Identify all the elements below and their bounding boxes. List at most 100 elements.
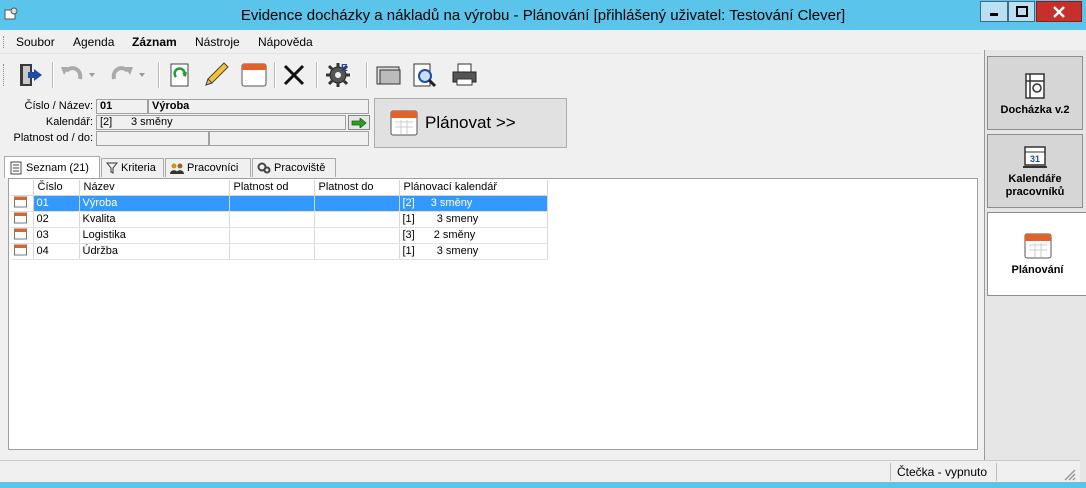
delete-button[interactable] — [280, 61, 308, 89]
cell-kalendar-code: [1] — [402, 213, 415, 225]
print-preview-icon — [413, 63, 437, 88]
refresh-button[interactable] — [166, 61, 194, 89]
table-row[interactable]: 02 Kvalita [1] 3 smeny — [11, 211, 548, 228]
row-icon — [11, 211, 34, 228]
side-tab-planovani[interactable]: Plánování — [987, 212, 1086, 296]
maximize-button[interactable] — [1008, 1, 1035, 22]
cell-kalendar: [1] 3 smeny — [399, 243, 548, 260]
col-planovaci-kalendar[interactable]: Plánovací kalendář — [399, 180, 548, 196]
kalendar-code: [2] — [100, 116, 113, 128]
cell-kalendar-code: [2] — [402, 197, 415, 209]
settings-gear-icon: E — [326, 63, 350, 87]
cell-od — [229, 195, 315, 212]
print-icon — [452, 63, 477, 86]
settings-button[interactable]: E — [324, 61, 352, 89]
platnost-do-field[interactable] — [209, 131, 369, 146]
platnost-od-field[interactable] — [96, 131, 209, 146]
kalendar-field[interactable]: [2] 3 směny — [96, 115, 346, 130]
side-tab-kalendare-label: Kalendáře pracovníků — [1005, 173, 1065, 198]
row-icon — [11, 243, 34, 260]
attendance-icon — [1025, 72, 1045, 99]
cell-kalendar: [2] 3 směny — [399, 195, 548, 212]
print-preview-button[interactable] — [410, 61, 438, 89]
side-tab-planovani-label: Plánování — [1011, 264, 1064, 276]
menu-nastroje[interactable]: Nástroje — [195, 35, 240, 49]
kalendar-name: 3 směny — [131, 116, 173, 128]
col-platnost-do[interactable]: Platnost do — [314, 180, 400, 196]
cell-nazev: Logistika — [79, 227, 230, 244]
window-title: Evidence docházky a nákladů na výrobu - … — [240, 7, 846, 24]
client-area: Soubor Agenda Záznam Nástroje Nápověda E… — [0, 30, 1086, 482]
col-nazev[interactable]: Název — [79, 180, 230, 196]
planovat-button[interactable]: Plánovat >> — [374, 98, 567, 148]
side-tab-dochazka[interactable]: Docházka v.2 — [987, 56, 1083, 130]
menu-grip — [3, 36, 5, 48]
menu-agenda[interactable]: Agenda — [73, 35, 114, 49]
cell-do — [314, 195, 400, 212]
redo-dropdown[interactable] — [136, 61, 148, 89]
undo-dropdown[interactable] — [86, 61, 98, 89]
cell-kalendar-code: [1] — [402, 245, 415, 257]
folder-icon — [376, 66, 401, 85]
toolbar: E — [0, 56, 484, 94]
table-row[interactable]: 04 Údržba [1] 3 smeny — [11, 243, 548, 260]
toolbar-grip — [3, 64, 5, 86]
tab-pracovnici[interactable]: Pracovníci — [165, 158, 251, 177]
calendar-icon — [14, 196, 27, 207]
delete-icon — [283, 64, 305, 86]
cell-od — [229, 243, 315, 260]
close-button[interactable] — [1036, 1, 1082, 22]
side-tab-kalendare[interactable]: 31 Kalendáře pracovníků — [987, 134, 1083, 208]
calendar-button[interactable] — [240, 61, 268, 89]
calendar-icon — [1024, 233, 1051, 259]
row-icon — [11, 227, 34, 244]
maximize-icon — [1015, 6, 1028, 17]
list-icon — [10, 161, 22, 174]
col-cislo[interactable]: Číslo — [33, 180, 80, 196]
calendar-icon — [390, 110, 418, 136]
minimize-icon — [990, 12, 998, 16]
svg-text:31: 31 — [1030, 154, 1040, 164]
cell-kalendar-name: 3 směny — [430, 197, 473, 209]
exit-icon — [20, 64, 42, 86]
print-button[interactable] — [450, 61, 478, 89]
application-window: Evidence docházky a nákladů na výrobu - … — [0, 0, 1086, 488]
table-row[interactable]: 01 Výroba [2] 3 směny — [11, 195, 548, 212]
side-panel: Docházka v.2 31 Kalendáře pracovníků Plá… — [984, 50, 1086, 482]
resize-grip-icon[interactable] — [1062, 467, 1076, 481]
menu-soubor[interactable]: Soubor — [16, 35, 55, 49]
cell-cislo: 03 — [33, 227, 80, 244]
title-bar[interactable]: Evidence docházky a nákladů na výrobu - … — [0, 0, 1086, 30]
cell-cislo: 01 — [33, 195, 80, 212]
tab-pracovnici-label: Pracovníci — [187, 162, 239, 174]
edit-button[interactable] — [202, 61, 230, 89]
minimize-button[interactable] — [980, 1, 1008, 22]
refresh-icon — [170, 63, 189, 87]
kalendar-go-button[interactable] — [348, 115, 370, 130]
redo-button[interactable] — [108, 61, 136, 89]
menu-napoveda[interactable]: Nápověda — [258, 35, 313, 49]
tab-pracoviste[interactable]: Pracoviště — [252, 158, 336, 177]
calendar-icon — [241, 63, 267, 87]
cislo-label: Číslo / Název: — [24, 100, 93, 112]
table-row[interactable]: 03 Logistika [3] 2 směny — [11, 227, 548, 244]
arrow-right-icon — [351, 117, 367, 128]
cell-cislo: 02 — [33, 211, 80, 228]
side-tab-dochazka-label: Docházka v.2 — [1000, 103, 1070, 116]
col-platnost-od[interactable]: Platnost od — [229, 180, 315, 196]
exit-button[interactable] — [16, 61, 44, 89]
tab-kriteria[interactable]: Kriteria — [101, 158, 164, 177]
menu-zaznam[interactable]: Záznam — [132, 35, 177, 49]
tab-seznam[interactable]: Seznam (21) — [4, 156, 100, 178]
menu-bar: Soubor Agenda Záznam Nástroje Nápověda — [0, 30, 982, 54]
undo-button[interactable] — [58, 61, 86, 89]
cislo-field[interactable]: 01 — [96, 99, 148, 114]
kalendar-label: Kalendář: — [45, 116, 93, 128]
filter-icon — [106, 162, 118, 174]
nazev-field[interactable]: Výroba — [148, 99, 369, 114]
cell-kalendar: [1] 3 smeny — [399, 211, 548, 228]
col-icon[interactable] — [11, 180, 34, 196]
cell-nazev: Výroba — [79, 195, 230, 212]
open-folder-button[interactable] — [374, 61, 402, 89]
cell-kalendar: [3] 2 směny — [399, 227, 548, 244]
